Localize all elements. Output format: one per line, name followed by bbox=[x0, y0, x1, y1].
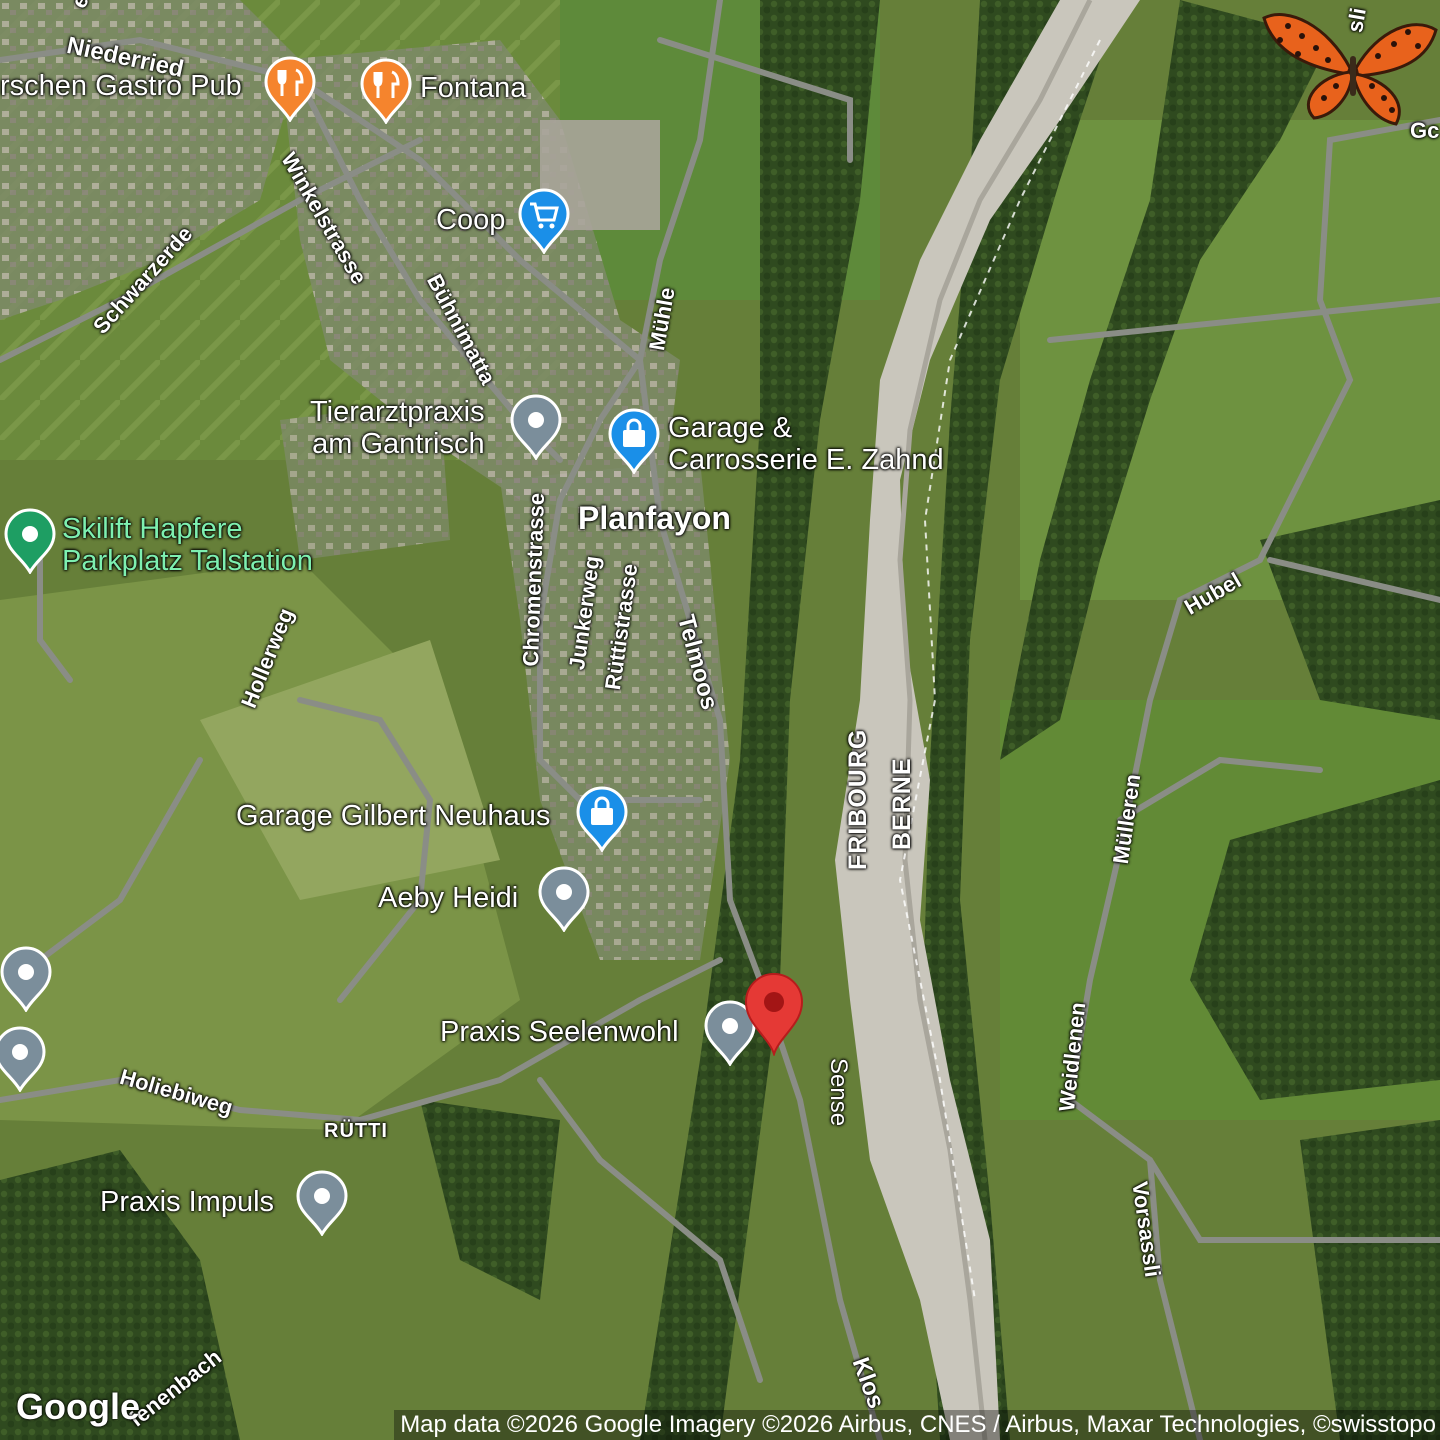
generic-pin-icon[interactable] bbox=[536, 866, 592, 932]
poi-label-garage-zahnd[interactable]: Garage & Carrosserie E. Zahnd bbox=[668, 412, 944, 476]
shopping-bag-icon[interactable] bbox=[606, 408, 662, 474]
poi-label-garage-neuhaus[interactable]: Garage Gilbert Neuhaus bbox=[236, 800, 550, 832]
generic-pin-icon[interactable] bbox=[0, 1026, 48, 1092]
poi-label-tierarztpraxis[interactable]: Tierarztpraxis am Gantrisch bbox=[310, 396, 485, 460]
shopping-bag-icon[interactable] bbox=[574, 786, 630, 852]
poi-label-line: am Gantrisch bbox=[312, 428, 485, 460]
poi-label-line: Parkplatz Talstation bbox=[62, 545, 313, 577]
poi-label-praxis-seelenwohl[interactable]: Praxis Seelenwohl bbox=[440, 1016, 679, 1048]
canton-label-berne: BERNE bbox=[888, 757, 916, 850]
poi-label-line: Garage & bbox=[668, 412, 793, 444]
river-label: Sense bbox=[825, 1058, 852, 1127]
town-label[interactable]: Planfayon bbox=[578, 500, 731, 537]
restaurant-icon[interactable] bbox=[358, 58, 414, 124]
poi-label-coop[interactable]: Coop bbox=[436, 204, 505, 236]
canton-label-fribourg: FRIBOURG bbox=[844, 728, 872, 870]
poi-label-skilift[interactable]: Skilift Hapfere Parkplatz Talstation bbox=[62, 513, 313, 577]
poi-label-line: Tierarztpraxis bbox=[310, 396, 485, 428]
restaurant-icon[interactable] bbox=[262, 56, 318, 122]
poi-label-aeby-heidi[interactable]: Aeby Heidi bbox=[378, 882, 518, 914]
map-attribution[interactable]: Map data ©2026 Google Imagery ©2026 Airb… bbox=[394, 1410, 1440, 1440]
poi-label-line: Skilift Hapfere bbox=[62, 513, 243, 545]
generic-pin-icon[interactable] bbox=[294, 1170, 350, 1236]
poi-label-line: Carrosserie E. Zahnd bbox=[668, 444, 944, 476]
generic-pin-icon[interactable] bbox=[0, 946, 54, 1012]
red-location-marker-icon[interactable] bbox=[744, 972, 804, 1056]
satellite-map[interactable] bbox=[0, 0, 1440, 1440]
shopping-cart-icon[interactable] bbox=[516, 188, 572, 254]
hamlet-label: RÜTTI bbox=[324, 1120, 388, 1142]
poi-label-gastro-pub[interactable]: rschen Gastro Pub bbox=[0, 70, 242, 102]
poi-label-praxis-impuls[interactable]: Praxis Impuls bbox=[100, 1186, 274, 1218]
generic-pin-icon[interactable] bbox=[508, 394, 564, 460]
park-pin-icon[interactable] bbox=[2, 508, 58, 574]
poi-label-fontana[interactable]: Fontana bbox=[420, 72, 526, 104]
google-logo: Google bbox=[16, 1386, 140, 1427]
butterfly-icon bbox=[1262, 13, 1438, 126]
